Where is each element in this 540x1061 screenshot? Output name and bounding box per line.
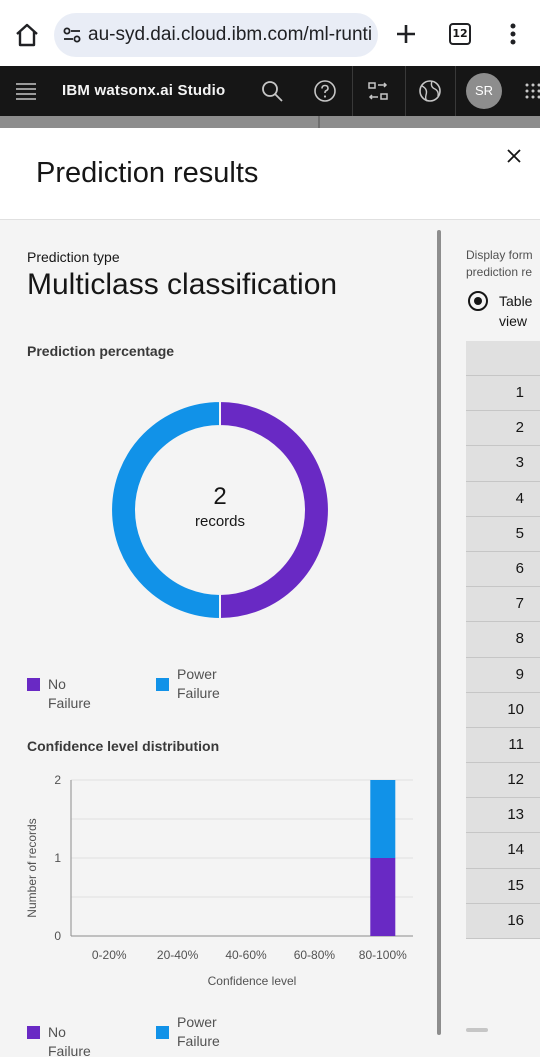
- bar-no-failure[interactable]: [370, 858, 395, 936]
- horizontal-scrollbar[interactable]: [466, 1028, 488, 1032]
- donut-record-count: 2: [110, 483, 330, 511]
- table-row[interactable]: 13: [466, 798, 540, 833]
- x-axis-title: Confidence level: [208, 974, 297, 988]
- bar-legend: No Failure Power Failure: [27, 1013, 327, 1053]
- switch-icon[interactable]: [366, 79, 390, 103]
- vertical-scrollbar[interactable]: [437, 230, 441, 1035]
- globe-icon[interactable]: [418, 79, 442, 103]
- avatar[interactable]: SR: [466, 73, 502, 109]
- results-summary-pane: Prediction type Multiclass classificatio…: [0, 220, 436, 1057]
- y-tick-label: 1: [54, 851, 61, 865]
- hamburger-icon[interactable]: [15, 81, 37, 101]
- url-text[interactable]: au-syd.dai.cloud.ibm.com/ml-runtim: [88, 24, 372, 46]
- donut-legend: No Failure Power Failure: [27, 665, 327, 705]
- prediction-table: 12345678910111213141516: [466, 341, 540, 939]
- prediction-table-pane: Display form prediction re Table view 12…: [442, 220, 540, 1057]
- brand-name[interactable]: IBM watsonx.ai Studio: [62, 82, 225, 99]
- donut-record-unit: records: [110, 513, 330, 530]
- table-row[interactable]: 3: [466, 446, 540, 481]
- header-divider: [405, 66, 406, 116]
- legend-label: No Failure: [48, 675, 91, 713]
- table-row[interactable]: 15: [466, 869, 540, 904]
- table-header-row: [466, 341, 540, 376]
- modal-title: Prediction results: [36, 157, 258, 190]
- x-tick-label: 80-100%: [359, 948, 407, 962]
- table-row[interactable]: 8: [466, 622, 540, 657]
- legend-label: No Failure: [48, 1023, 91, 1061]
- legend-swatch: [156, 678, 169, 691]
- prediction-type-value: Multiclass classification: [27, 268, 337, 302]
- bar-power-failure[interactable]: [370, 780, 395, 858]
- table-row[interactable]: 10: [466, 693, 540, 728]
- header-divider: [352, 66, 353, 116]
- app-header: IBM watsonx.ai Studio SR: [0, 66, 540, 116]
- table-row[interactable]: 14: [466, 833, 540, 868]
- table-row[interactable]: 7: [466, 587, 540, 622]
- donut-center-label: 2 records: [110, 400, 330, 620]
- table-view-radio[interactable]: [468, 291, 488, 311]
- prediction-type-label: Prediction type: [27, 249, 120, 265]
- x-tick-label: 40-60%: [225, 948, 267, 962]
- prediction-percentage-title: Prediction percentage: [27, 343, 174, 359]
- app-switcher-icon[interactable]: [524, 81, 540, 101]
- x-tick-label: 0-20%: [92, 948, 127, 962]
- table-row[interactable]: 4: [466, 482, 540, 517]
- x-tick-label: 20-40%: [157, 948, 199, 962]
- x-tick-label: 60-80%: [294, 948, 336, 962]
- modal-header: Prediction results: [0, 128, 540, 220]
- overlay-backdrop: [0, 116, 540, 128]
- legend-swatch: [156, 1026, 169, 1039]
- legend-swatch: [27, 1026, 40, 1039]
- table-row[interactable]: 16: [466, 904, 540, 939]
- search-icon[interactable]: [260, 79, 284, 103]
- table-row[interactable]: 2: [466, 411, 540, 446]
- prediction-results-modal: Prediction results Prediction type Multi…: [0, 128, 540, 1057]
- table-row[interactable]: 12: [466, 763, 540, 798]
- help-icon[interactable]: [313, 79, 337, 103]
- home-icon[interactable]: [14, 22, 40, 48]
- header-divider: [455, 66, 456, 116]
- new-tab-icon[interactable]: [393, 21, 419, 47]
- y-tick-label: 0: [54, 929, 61, 943]
- y-tick-label: 2: [54, 773, 61, 787]
- table-view-label[interactable]: Table view: [499, 291, 532, 331]
- more-menu-icon[interactable]: [505, 21, 521, 47]
- legend-swatch: [27, 678, 40, 691]
- prediction-donut-chart: 2 records: [110, 400, 330, 620]
- table-row[interactable]: 11: [466, 728, 540, 763]
- table-row[interactable]: 6: [466, 552, 540, 587]
- confidence-distribution-title: Confidence level distribution: [27, 738, 219, 754]
- browser-toolbar: au-syd.dai.cloud.ibm.com/ml-runtim 12: [0, 0, 540, 66]
- address-bar[interactable]: au-syd.dai.cloud.ibm.com/ml-runtim: [54, 13, 378, 57]
- display-format-label: Display form prediction re: [466, 247, 533, 281]
- confidence-bar-chart: 0 1 2 0-20% 20-40% 40-60% 60-80% 80-100% Confide…: [20, 770, 430, 1000]
- site-settings-icon[interactable]: [62, 25, 82, 45]
- table-row[interactable]: 5: [466, 517, 540, 552]
- close-icon[interactable]: [506, 148, 522, 164]
- tab-switcher-button[interactable]: 12: [449, 23, 471, 45]
- y-axis-title: Number of records: [25, 818, 39, 917]
- table-row[interactable]: 1: [466, 376, 540, 411]
- legend-label: Power Failure: [177, 1013, 237, 1051]
- table-row[interactable]: 9: [466, 658, 540, 693]
- legend-label: Power Failure: [177, 665, 237, 703]
